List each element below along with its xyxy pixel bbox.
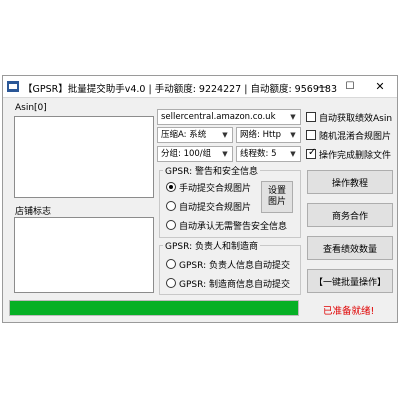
radio-selected-icon <box>166 182 176 192</box>
radio-icon <box>166 278 176 288</box>
compress-select[interactable]: 压缩A: 系统 ▼ <box>157 127 233 143</box>
group-select-value: 分组: 100/组 <box>161 149 212 159</box>
batch-operate-button-label: 【一键批量操作】 <box>313 277 386 288</box>
option-auto-asin[interactable]: 自动获取绩效Asin <box>306 110 396 124</box>
radio-label: 自动提交合规图片 <box>179 203 252 213</box>
radio-label: 手动提交合规图片 <box>179 184 252 194</box>
option-delete-files[interactable]: ✓ 操作完成删除文件 <box>306 147 396 161</box>
radio-label: 自动承认无需警告安全信息 <box>179 222 288 232</box>
threads-select-value: 线程数: 5 <box>240 149 277 159</box>
check-icon: ✓ <box>308 147 317 158</box>
asin-textarea[interactable] <box>14 116 154 198</box>
chevron-down-icon: ▼ <box>222 131 228 139</box>
batch-operate-button[interactable]: 【一键批量操作】 <box>307 269 393 293</box>
radio-manufacturer-auto[interactable]: GPSR: 制造商信息自动提交 <box>166 276 296 290</box>
tutorial-button-label: 操作教程 <box>331 178 368 189</box>
close-icon: ✕ <box>375 80 385 93</box>
shop-textarea[interactable] <box>14 217 154 293</box>
option-label: 随机混淆合规图片 <box>319 132 392 142</box>
close-button[interactable]: ✕ <box>369 78 391 96</box>
radio-auto-accept[interactable]: 自动承认无需警告安全信息 <box>166 218 296 232</box>
business-button-label: 商务合作 <box>331 211 368 222</box>
threads-select[interactable]: 线程数: 5 ▼ <box>236 146 301 162</box>
radio-icon <box>166 201 176 211</box>
radio-auto-image[interactable]: 自动提交合规图片 <box>166 199 256 213</box>
radio-icon <box>166 220 176 230</box>
status-text: 已准备就绪! <box>323 306 375 317</box>
minimize-button[interactable]: — <box>311 78 333 96</box>
maximize-button[interactable]: ☐ <box>339 78 361 96</box>
view-count-button[interactable]: 查看绩效数量 <box>307 236 393 260</box>
checkbox-checked-icon: ✓ <box>306 147 317 159</box>
network-select[interactable]: 网络: Http ▼ <box>236 127 301 143</box>
responsible-group-label: GPSR: 负责人和制造商 <box>163 239 260 252</box>
asin-label: Asin[0] <box>15 103 47 113</box>
radio-dot <box>169 185 173 189</box>
minimize-icon: — <box>316 80 328 93</box>
tutorial-button[interactable]: 操作教程 <box>307 170 393 194</box>
chevron-down-icon: ▼ <box>290 131 296 139</box>
chevron-down-icon: ▼ <box>290 150 296 158</box>
business-button[interactable]: 商务合作 <box>307 203 393 227</box>
compress-select-value: 压缩A: 系统 <box>161 130 207 140</box>
set-image-button-label: 设置图片 <box>267 186 286 207</box>
shop-label: 店铺标志 <box>15 207 52 217</box>
app-icon <box>7 81 19 92</box>
maximize-icon: ☐ <box>345 81 355 92</box>
chevron-down-icon: ▼ <box>290 113 296 121</box>
radio-icon <box>166 259 176 269</box>
progress-bar-fill <box>10 301 298 315</box>
view-count-button-label: 查看绩效数量 <box>322 244 377 255</box>
option-random-image[interactable]: 随机混淆合规图片 <box>306 128 396 142</box>
radio-label: GPSR: 负责人信息自动提交 <box>179 261 290 271</box>
site-select-value: sellercentral.amazon.co.uk <box>161 112 276 122</box>
window-title: 【GPSR】批量提交助手v4.0 | 手动额度: 9224227 | 自动额度:… <box>23 84 337 95</box>
radio-responsible-auto[interactable]: GPSR: 负责人信息自动提交 <box>166 257 296 271</box>
warning-group-label: GPSR: 警告和安全信息 <box>163 164 260 177</box>
option-label: 自动获取绩效Asin <box>319 114 393 124</box>
radio-label: GPSR: 制造商信息自动提交 <box>179 280 290 290</box>
main-window: 【GPSR】批量提交助手v4.0 | 手动额度: 9224227 | 自动额度:… <box>2 75 398 323</box>
set-image-button[interactable]: 设置图片 <box>261 181 293 213</box>
group-select[interactable]: 分组: 100/组 ▼ <box>157 146 233 162</box>
network-select-value: 网络: Http <box>240 130 282 140</box>
site-select[interactable]: sellercentral.amazon.co.uk ▼ <box>157 109 301 125</box>
chevron-down-icon: ▼ <box>222 150 228 158</box>
progress-bar <box>9 300 299 316</box>
checkbox-icon <box>306 130 316 140</box>
checkbox-icon <box>306 112 316 122</box>
option-label: 操作完成删除文件 <box>319 151 392 161</box>
radio-manual-image[interactable]: 手动提交合规图片 <box>166 180 256 194</box>
title-bar[interactable]: 【GPSR】批量提交助手v4.0 | 手动额度: 9224227 | 自动额度:… <box>3 76 397 98</box>
